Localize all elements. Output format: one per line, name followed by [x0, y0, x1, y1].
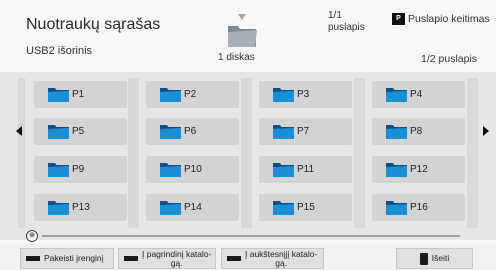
folder-icon — [48, 200, 69, 215]
folder-label: P13 — [72, 202, 90, 213]
folder-label: P12 — [410, 164, 428, 175]
folder-item[interactable]: P12 — [372, 156, 465, 183]
folder-label: P5 — [72, 126, 85, 137]
page-title: Nuotraukų sąrašas — [26, 16, 161, 33]
folder-label: P7 — [297, 126, 310, 137]
folder-label: P15 — [297, 202, 315, 213]
folder-label: P14 — [184, 202, 202, 213]
page-change-hint[interactable]: P Puslapio keitimas — [392, 13, 490, 25]
grid-right-strip — [467, 78, 478, 228]
exit-door-icon — [419, 252, 428, 265]
grid-divider — [128, 78, 139, 228]
folder-label: P8 — [410, 126, 423, 137]
folder-label: P6 — [184, 126, 197, 137]
folder-label: P11 — [297, 164, 315, 175]
folder-icon — [160, 200, 181, 215]
folder-icon — [273, 200, 294, 215]
folder-item[interactable]: P3 — [259, 81, 352, 108]
folder-item[interactable]: P7 — [259, 118, 352, 145]
folder-item[interactable]: P13 — [34, 194, 127, 221]
folder-icon — [386, 162, 407, 177]
scrollbar[interactable] — [42, 235, 460, 237]
grid-divider — [241, 78, 252, 228]
source-label: 1 diskas — [218, 52, 255, 63]
folder-icon — [160, 162, 181, 177]
folder-icon — [273, 87, 294, 102]
folder-label: P3 — [297, 89, 310, 100]
folder-item[interactable]: P11 — [259, 156, 352, 183]
folder-label: P4 — [410, 89, 423, 100]
folder-label: P1 — [72, 89, 85, 100]
change-device-button[interactable]: Pakeisti įrenginį — [20, 248, 114, 269]
folder-icon — [160, 124, 181, 139]
folder-item[interactable]: P5 — [34, 118, 127, 145]
page-counter-top: 1/1 puslapis — [328, 10, 365, 33]
folder-icon — [273, 162, 294, 177]
scroll-icon[interactable]: ⊕ — [26, 230, 38, 242]
grid-left-strip — [18, 78, 25, 228]
folder-item[interactable]: P2 — [146, 81, 239, 108]
folder-icon — [48, 124, 69, 139]
folder-icon — [160, 87, 181, 102]
folder-item[interactable]: P8 — [372, 118, 465, 145]
folder-label: P2 — [184, 89, 197, 100]
page-change-label: Puslapio keitimas — [408, 13, 490, 25]
folder-icon — [48, 162, 69, 177]
folder-item[interactable]: P1 — [34, 81, 127, 108]
folder-icon — [273, 124, 294, 139]
folder-item[interactable]: P15 — [259, 194, 352, 221]
page-counter: 1/2 puslapis — [421, 53, 478, 65]
arrow-right-icon[interactable] — [483, 126, 489, 136]
folder-item[interactable]: P14 — [146, 194, 239, 221]
folder-item[interactable]: P6 — [146, 118, 239, 145]
folder-item[interactable]: P16 — [372, 194, 465, 221]
folder-label: P10 — [184, 164, 202, 175]
folder-label: P16 — [410, 202, 428, 213]
main-folder-button[interactable]: Į pagrindinį katalo-gą. — [118, 248, 216, 269]
folder-icon — [386, 124, 407, 139]
folder-icon — [386, 87, 407, 102]
key-icon — [227, 256, 241, 261]
p-key-icon: P — [392, 13, 405, 25]
key-icon — [124, 256, 138, 261]
exit-button[interactable]: Išeiti — [396, 248, 473, 269]
key-icon — [26, 256, 40, 261]
up-folder-button[interactable]: Į aukštesnįjį katalo-gą. — [221, 248, 324, 269]
folder-label: P9 — [72, 164, 85, 175]
folder-item[interactable]: P10 — [146, 156, 239, 183]
folder-item[interactable]: P9 — [34, 156, 127, 183]
folder-up-icon — [228, 14, 257, 47]
folder-icon — [386, 200, 407, 215]
folder-icon — [48, 87, 69, 102]
grid-divider — [354, 78, 365, 228]
arrow-left-icon[interactable] — [16, 126, 22, 136]
folder-item[interactable]: P4 — [372, 81, 465, 108]
device-label: USB2 išorinis — [26, 45, 93, 57]
